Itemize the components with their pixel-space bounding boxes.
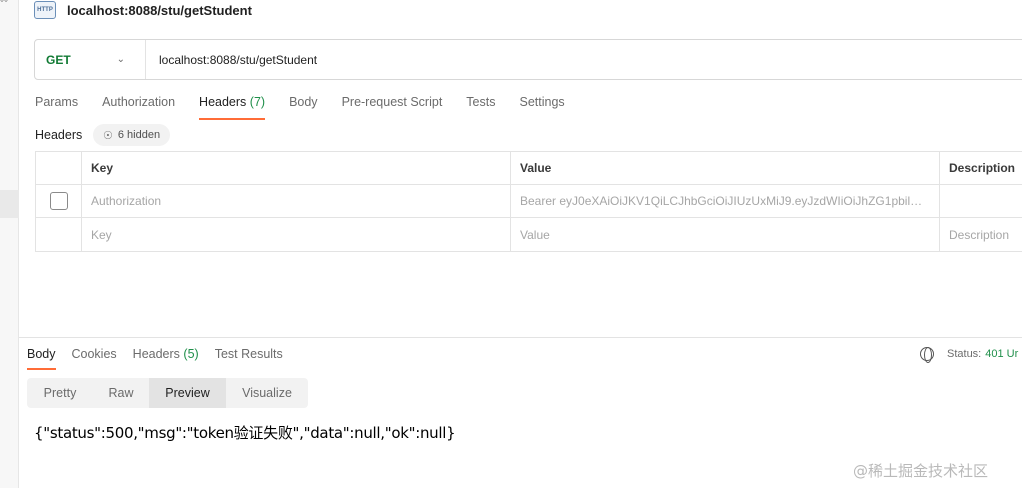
method-label: GET — [46, 52, 71, 67]
response-tab-body[interactable]: Body — [27, 347, 56, 370]
table-row: Authorization Bearer eyJ0eXAiOiJKV1QiLCJ… — [36, 185, 1022, 218]
response-tabs: Body Cookies Headers (5) Test Results — [27, 347, 299, 371]
new-description-input[interactable]: Description — [940, 218, 1022, 251]
response-tab-cookies[interactable]: Cookies — [72, 347, 117, 369]
http-icon: HTTP — [34, 1, 56, 19]
globe-icon[interactable] — [920, 347, 934, 363]
view-raw-button[interactable]: Raw — [93, 378, 149, 408]
request-tabs: Params Authorization Headers (7) Body Pr… — [35, 95, 589, 121]
tab-settings[interactable]: Settings — [519, 95, 564, 119]
table-row-new: Key Value Description — [36, 218, 1022, 251]
url-bar: GET ⌄ localhost:8088/stu/getStudent — [34, 39, 1022, 80]
eye-icon: ☉ — [103, 129, 113, 142]
sidebar-strip: °° — [0, 0, 19, 488]
hidden-headers-label: 6 hidden — [117, 129, 161, 141]
chevron-down-icon: ⌄ — [116, 54, 126, 65]
header-key-cell[interactable]: Authorization — [82, 185, 511, 217]
pane-divider[interactable] — [19, 337, 1022, 338]
view-mode-selector: Pretty Raw Preview Visualize — [27, 378, 308, 408]
headers-section-label: Headers — [35, 128, 83, 142]
tab-headers[interactable]: Headers (7) — [199, 95, 266, 120]
column-key: Key — [82, 152, 511, 184]
tab-body[interactable]: Body — [289, 95, 318, 119]
tab-pre-request-script[interactable]: Pre-request Script — [342, 95, 443, 119]
response-headers-count: (5) — [183, 347, 199, 361]
hidden-headers-toggle[interactable]: ☉ 6 hidden — [93, 124, 171, 146]
header-enable-checkbox[interactable] — [49, 192, 68, 210]
header-value-cell[interactable]: Bearer eyJ0eXAiOiJKV1QiLCJhbGciOiJIUzUxM… — [511, 185, 940, 217]
status-value[interactable]: 401 Ur — [985, 348, 1018, 360]
headers-table: Key Value Description Authorization Bear… — [35, 151, 1022, 252]
tab-authorization[interactable]: Authorization — [102, 95, 175, 119]
response-tab-headers[interactable]: Headers (5) — [133, 347, 199, 369]
new-key-input[interactable]: Key — [82, 218, 511, 251]
response-tab-test-results[interactable]: Test Results — [215, 347, 283, 369]
header-description-cell[interactable] — [940, 185, 1022, 217]
response-status: Status: 401 Ur — [920, 347, 1018, 363]
column-description: Description — [949, 161, 1016, 175]
table-header-row: Key Value Description — [36, 152, 1022, 185]
request-title[interactable]: localhost:8088/stu/getStudent — [67, 3, 252, 18]
method-select[interactable]: GET ⌄ — [35, 40, 146, 79]
view-preview-button[interactable]: Preview — [149, 378, 226, 408]
status-label: Status: — [947, 348, 982, 360]
response-body-preview: {"status":500,"msg":"token验证失败","data":n… — [34, 424, 456, 442]
url-input[interactable]: localhost:8088/stu/getStudent — [146, 53, 317, 67]
column-value: Value — [511, 152, 940, 184]
tab-params[interactable]: Params — [35, 95, 78, 119]
request-title-bar: HTTP localhost:8088/stu/getStudent — [34, 0, 252, 20]
sidebar-more-icon[interactable]: °° — [0, 0, 8, 9]
view-visualize-button[interactable]: Visualize — [226, 378, 308, 408]
view-pretty-button[interactable]: Pretty — [27, 378, 93, 408]
watermark: @稀土掘金技术社区 — [853, 462, 989, 480]
headers-count: (7) — [249, 95, 266, 109]
tab-tests[interactable]: Tests — [466, 95, 495, 119]
new-value-input[interactable]: Value — [511, 218, 940, 251]
sidebar-selected-item[interactable] — [0, 190, 19, 218]
